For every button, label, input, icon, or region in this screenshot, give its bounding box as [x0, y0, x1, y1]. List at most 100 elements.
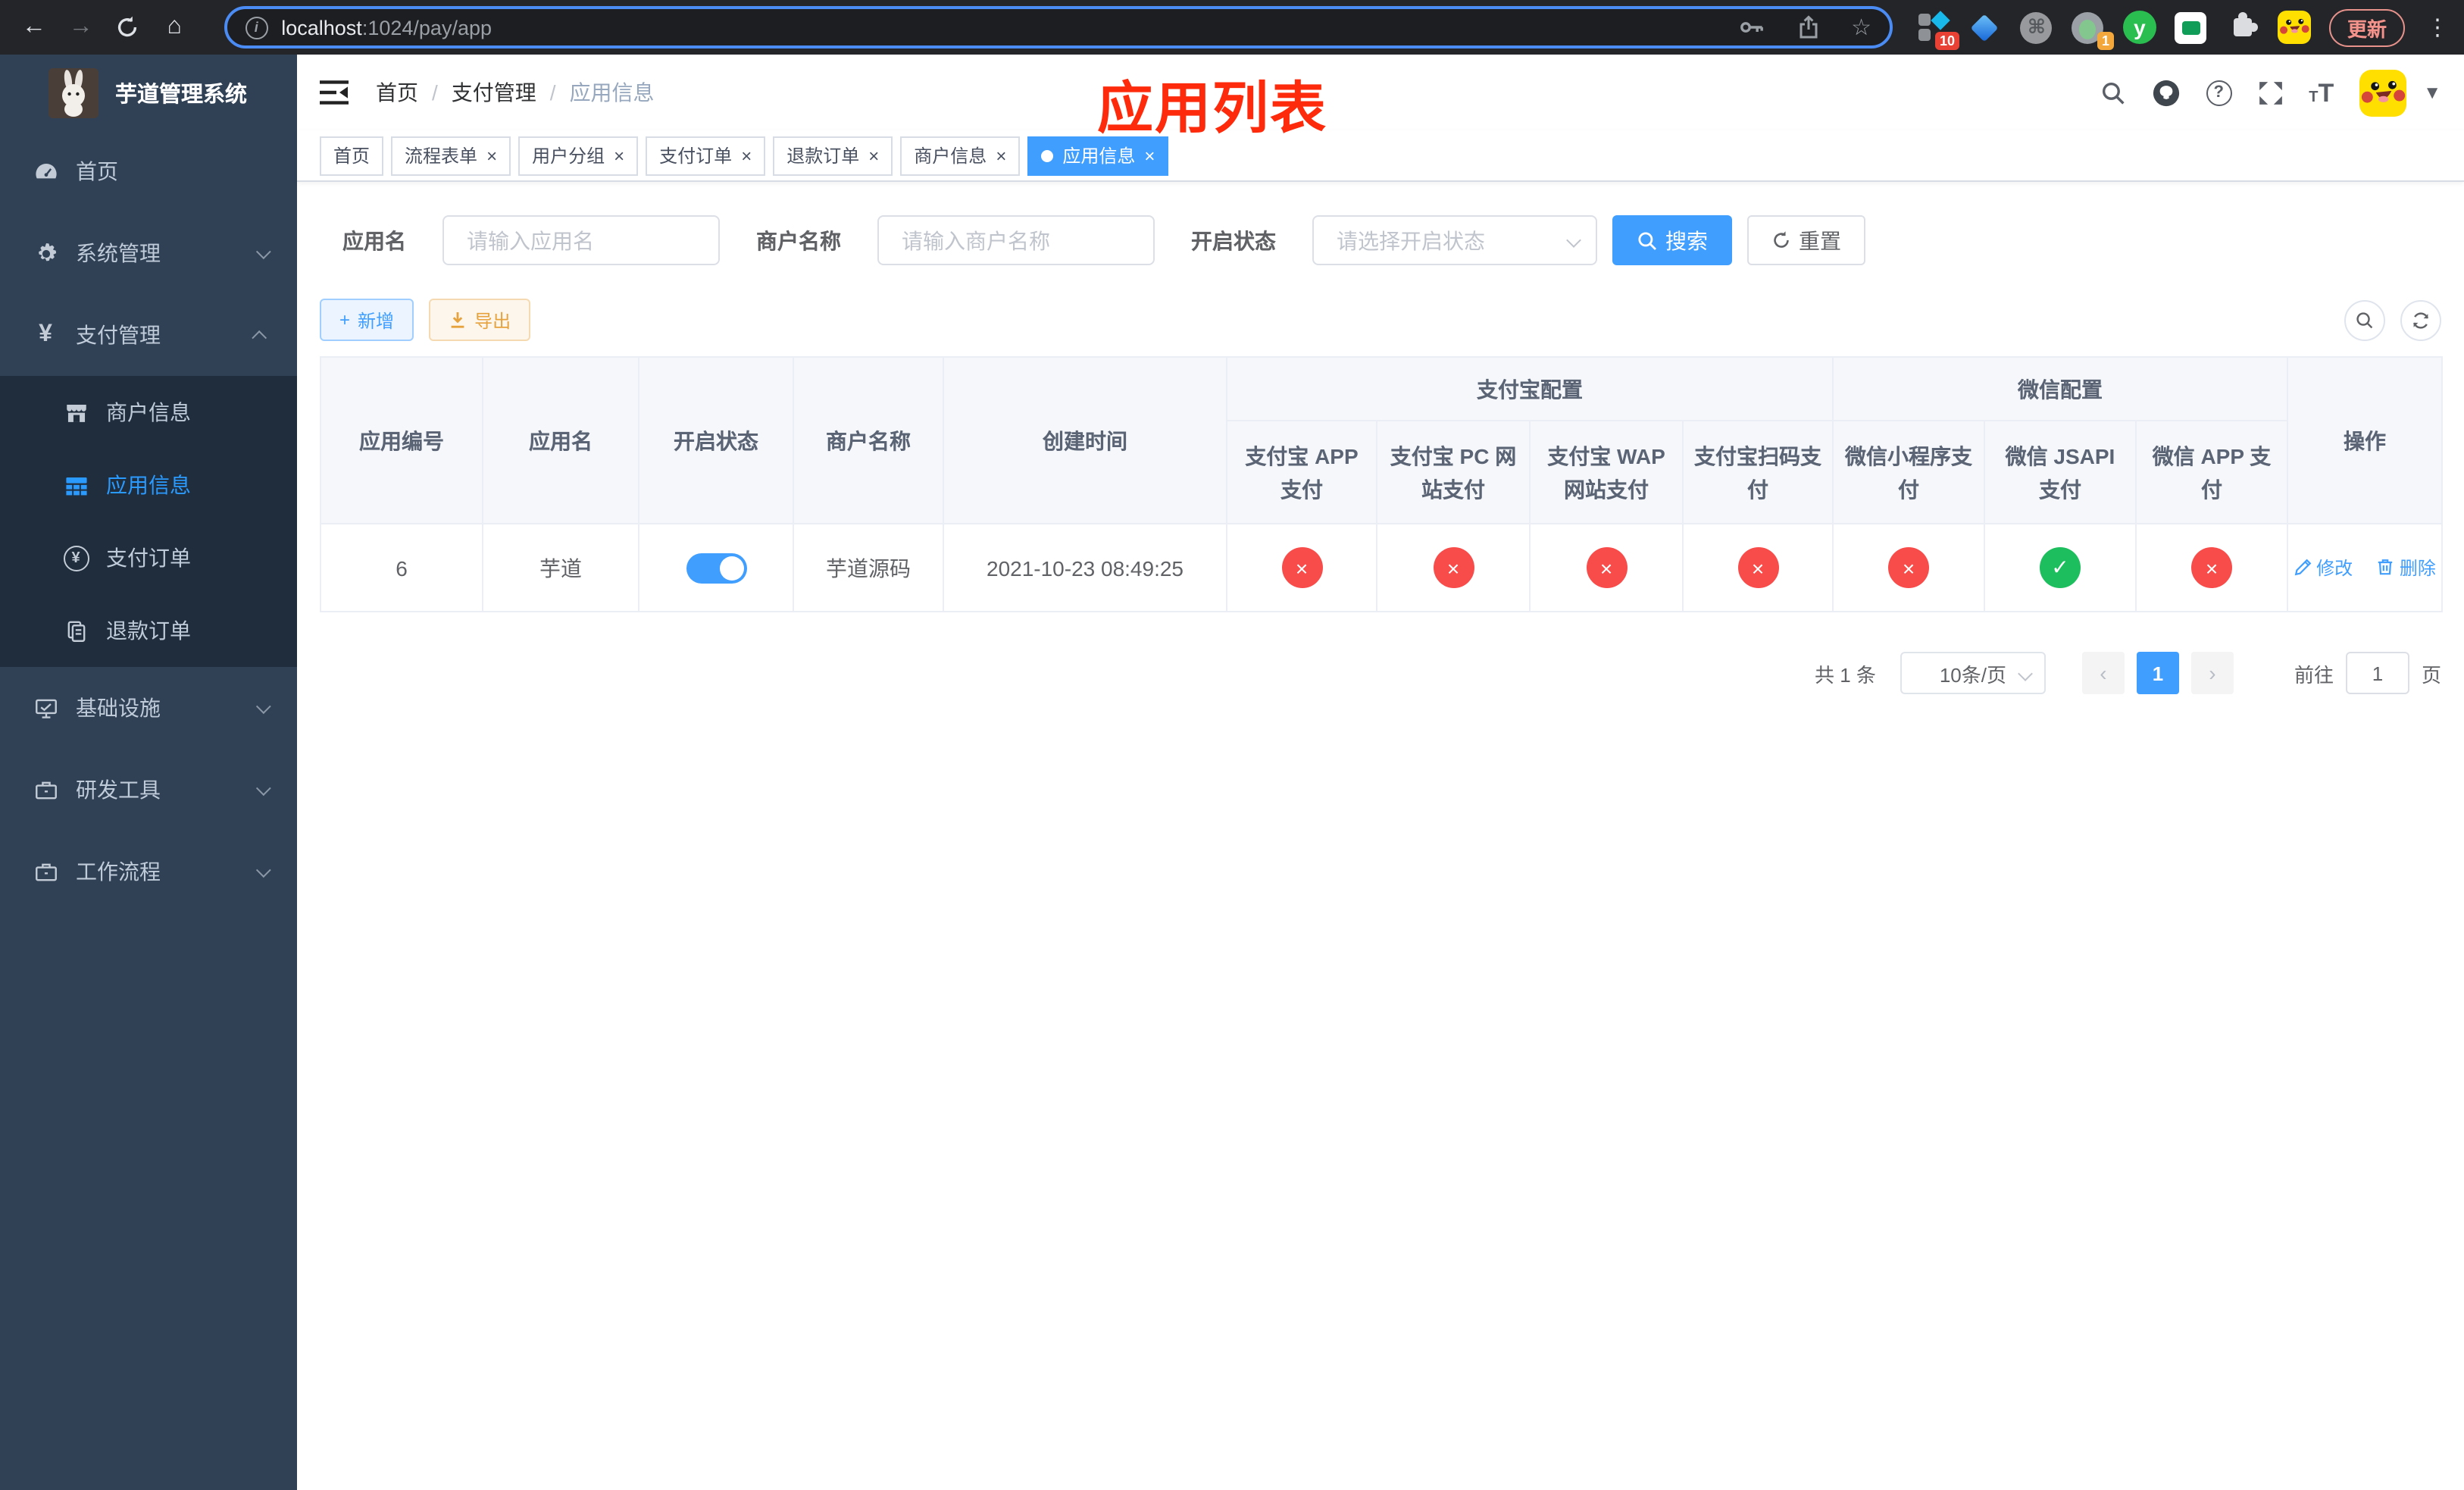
- search-icon[interactable]: [2100, 80, 2125, 105]
- tab-home[interactable]: 首页: [320, 136, 384, 175]
- alipay-app-status-icon: ×: [1281, 547, 1322, 588]
- chevron-down-icon: [2018, 666, 2033, 681]
- table-grid-icon: [58, 472, 94, 498]
- export-button[interactable]: 导出: [429, 299, 531, 341]
- sidebar-item-label: 系统管理: [76, 241, 161, 265]
- tab-refund-order[interactable]: 退款订单 ×: [773, 136, 893, 175]
- extension-badge: 10: [1934, 32, 1959, 50]
- browser-update-button[interactable]: 更新: [2328, 8, 2405, 46]
- col-wechat-jsapi: 微信 JSAPI 支付: [1984, 420, 2137, 524]
- page-size-select[interactable]: 10条/页: [1900, 652, 2046, 694]
- browser-back-button[interactable]: ←: [12, 5, 56, 50]
- sidebar-item-app-info[interactable]: 应用信息: [0, 449, 297, 521]
- col-alipay-qr: 支付宝扫码支付: [1682, 420, 1834, 524]
- extension-chat-icon[interactable]: [2175, 11, 2208, 44]
- browser-profile-avatar[interactable]: [2277, 11, 2311, 44]
- sidebar-item-label: 基础设施: [76, 696, 161, 720]
- merchant-name-input[interactable]: [877, 215, 1155, 265]
- col-alipay-wap: 支付宝 WAP 网站支付: [1529, 420, 1684, 524]
- extension-gem-icon[interactable]: [1968, 11, 2002, 44]
- status-select-input[interactable]: [1312, 215, 1597, 265]
- sidebar-item-label: 支付管理: [76, 323, 161, 347]
- edit-link[interactable]: 修改: [2294, 555, 2353, 581]
- extensions-puzzle-icon[interactable]: [2226, 11, 2259, 44]
- avatar-caret-icon[interactable]: ▼: [2423, 82, 2441, 103]
- sidebar: 芋道管理系统 首页 系统管理 ¥ 支付管理 商户信息 应用信息 ¥ 支付订单 退…: [0, 55, 297, 1490]
- close-icon[interactable]: ×: [868, 146, 879, 164]
- github-icon[interactable]: [2151, 78, 2180, 107]
- download-icon: [451, 312, 464, 328]
- extension-command-icon[interactable]: ⌘: [2020, 11, 2053, 44]
- sidebar-item-infra[interactable]: 基础设施: [0, 667, 297, 749]
- browser-forward-button[interactable]: →: [59, 5, 103, 50]
- app-name-label: 应用名: [342, 228, 406, 252]
- sidebar-item-dev-tools[interactable]: 研发工具: [0, 749, 297, 831]
- close-icon[interactable]: ×: [741, 146, 752, 164]
- close-icon[interactable]: ×: [1144, 146, 1155, 164]
- sidebar-collapse-button[interactable]: [320, 80, 349, 105]
- sidebar-item-merchant-info[interactable]: 商户信息: [0, 376, 297, 449]
- sidebar-item-pay-order[interactable]: ¥ 支付订单: [0, 521, 297, 594]
- sidebar-item-home[interactable]: 首页: [0, 130, 297, 212]
- extension-tampermonkey-icon[interactable]: 10: [1917, 11, 1959, 50]
- help-icon[interactable]: ?: [2206, 80, 2232, 105]
- fullscreen-icon[interactable]: [2257, 80, 2283, 105]
- close-icon[interactable]: ×: [486, 146, 497, 164]
- close-icon[interactable]: ×: [614, 146, 624, 164]
- font-size-icon[interactable]: TT: [2309, 80, 2334, 105]
- sidebar-item-system[interactable]: 系统管理: [0, 212, 297, 294]
- breadcrumb-separator: /: [549, 80, 556, 105]
- sidebar-item-label: 应用信息: [106, 473, 191, 497]
- sidebar-item-label: 首页: [76, 159, 118, 183]
- cell-status: [638, 523, 794, 612]
- show-search-toggle-button[interactable]: [2344, 299, 2385, 340]
- goto-page-input[interactable]: [2345, 652, 2409, 694]
- sidebar-item-workflow[interactable]: 工作流程: [0, 831, 297, 912]
- browser-toolbar: ← → ⌂ i localhost:1024/pay/app ☆ 10 ⌘ 1 …: [0, 0, 2464, 55]
- password-key-icon[interactable]: [1737, 15, 1765, 39]
- url-text[interactable]: localhost:1024/pay/app: [281, 16, 492, 39]
- add-button[interactable]: + 新增: [320, 299, 414, 341]
- search-button[interactable]: 搜索: [1612, 215, 1732, 265]
- extension-profile-icon[interactable]: 1: [2072, 11, 2114, 50]
- app-title: 芋道管理系统: [115, 83, 247, 107]
- next-page-button[interactable]: ›: [2190, 652, 2234, 694]
- share-icon[interactable]: [1796, 15, 1819, 39]
- tab-pay-order[interactable]: 支付订单 ×: [646, 136, 766, 175]
- tab-merchant-info[interactable]: 商户信息 ×: [900, 136, 1021, 175]
- refresh-table-button[interactable]: [2400, 299, 2441, 340]
- screen: ← → ⌂ i localhost:1024/pay/app ☆ 10 ⌘ 1 …: [0, 0, 2464, 1490]
- user-avatar[interactable]: [2359, 69, 2407, 116]
- url-path: :1024/pay/app: [361, 16, 492, 39]
- app-name-input[interactable]: [442, 215, 720, 265]
- page-number-button[interactable]: 1: [2136, 652, 2179, 694]
- col-group-alipay: 支付宝配置: [1226, 356, 1834, 421]
- status-select[interactable]: [1312, 215, 1597, 265]
- delete-link[interactable]: 删除: [2377, 555, 2436, 581]
- sidebar-logo-row[interactable]: 芋道管理系统: [0, 55, 297, 130]
- close-icon[interactable]: ×: [996, 146, 1006, 164]
- cell-created: 2021-10-23 08:49:25: [943, 523, 1227, 612]
- sidebar-item-payment[interactable]: ¥ 支付管理: [0, 294, 297, 376]
- browser-menu-icon[interactable]: ⋮: [2426, 14, 2449, 41]
- breadcrumb-payment[interactable]: 支付管理: [452, 77, 536, 108]
- browser-reload-button[interactable]: [106, 5, 150, 50]
- wechat-mini-status-icon: ×: [1888, 547, 1929, 588]
- site-info-icon[interactable]: i: [245, 16, 268, 39]
- search-icon: [1638, 231, 1657, 250]
- tab-process-form[interactable]: 流程表单 ×: [391, 136, 511, 175]
- tab-user-group[interactable]: 用户分组 ×: [518, 136, 639, 175]
- breadcrumb-current: 应用信息: [569, 80, 655, 105]
- sidebar-item-refund-order[interactable]: 退款订单: [0, 594, 297, 667]
- browser-home-button[interactable]: ⌂: [152, 5, 196, 50]
- bookmark-star-icon[interactable]: ☆: [1851, 14, 1871, 41]
- breadcrumb-home[interactable]: 首页: [376, 77, 418, 108]
- extension-y-icon[interactable]: y: [2122, 11, 2156, 44]
- briefcase-icon: [27, 859, 64, 884]
- goto-label: 前往: [2294, 663, 2334, 686]
- prev-page-button[interactable]: ‹: [2081, 652, 2125, 694]
- status-toggle[interactable]: [686, 552, 746, 583]
- reset-button[interactable]: 重置: [1747, 215, 1865, 265]
- url-bar[interactable]: i localhost:1024/pay/app ☆: [224, 6, 1893, 49]
- col-merchant: 商户名称: [793, 356, 944, 524]
